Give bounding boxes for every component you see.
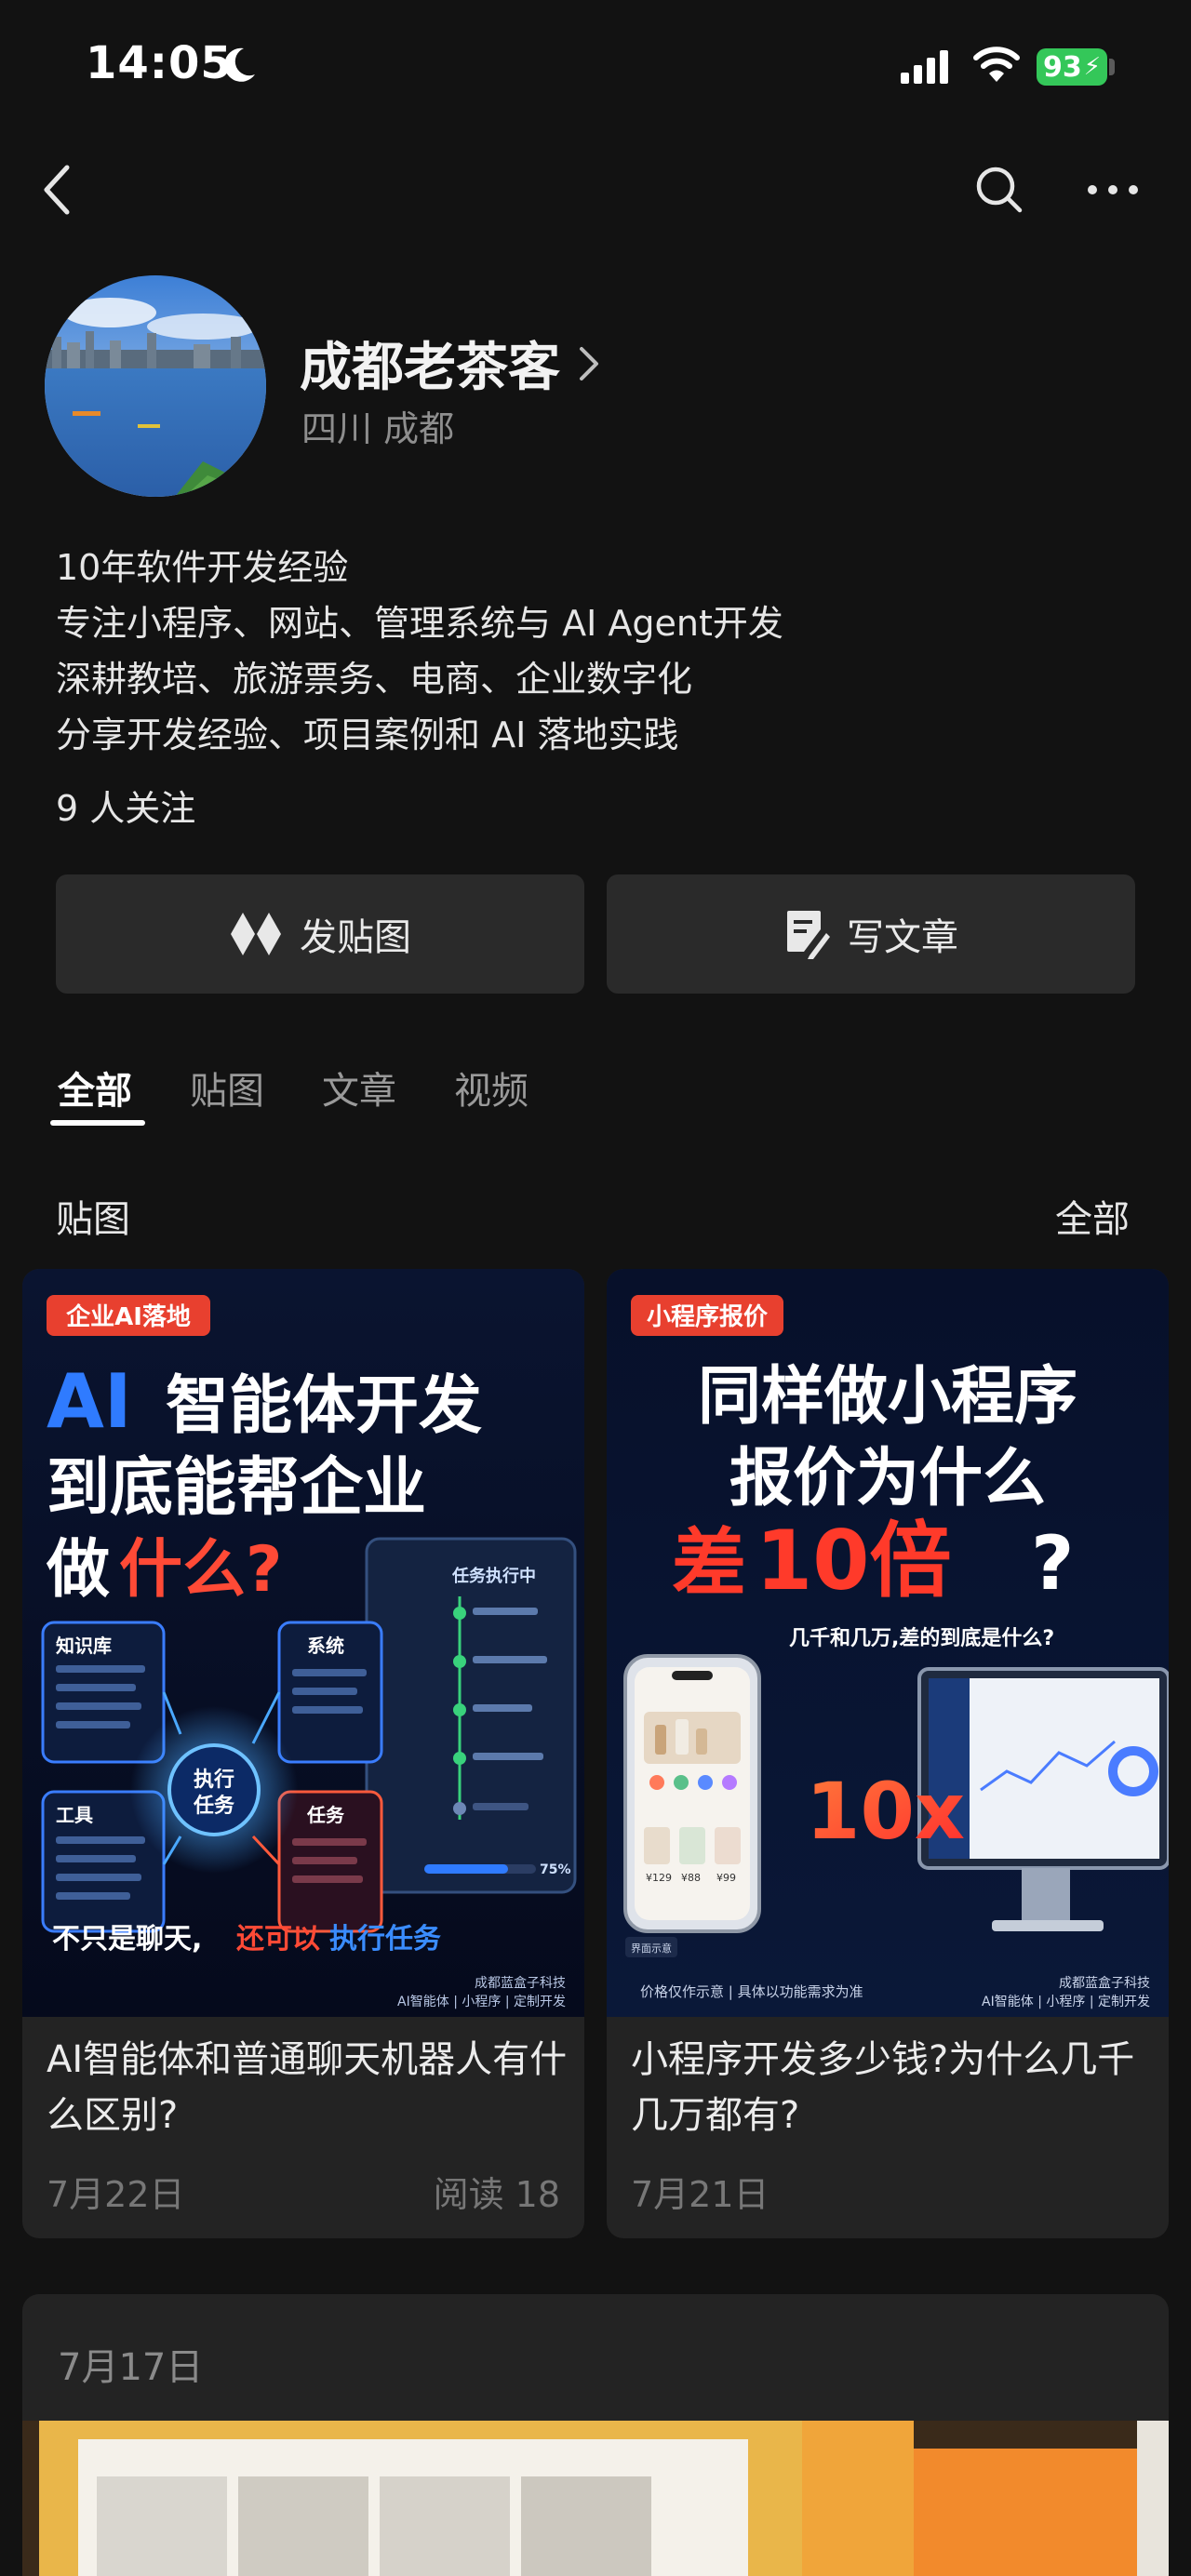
cover-line2: 到底能帮企业 <box>47 1451 426 1525</box>
image-post-icon <box>231 913 281 955</box>
cover-brand-sub: AI智能体 | 小程序 | 定制开发 <box>397 1995 566 2009</box>
phone-price: ¥88 <box>681 1872 701 1884</box>
article-card[interactable]: 7月17日 <box>22 2294 1169 2576</box>
battery-indicator: 93 ⚡ <box>1037 48 1107 86</box>
more-icon[interactable] <box>1085 179 1141 201</box>
tab-all[interactable]: 全部 <box>58 1061 132 1114</box>
phone-price: ¥129 <box>646 1872 672 1884</box>
cover-sub: 几千和几万,差的到底是什么? <box>789 1626 1054 1650</box>
post-cover-image: 小程序报价 同样做小程序 报价为什么 差 10倍 ? 几千和几万,差的到底是什么… <box>607 1269 1169 2017</box>
cover-disclaimer: 价格仅作示意 | 具体以功能需求为准 <box>640 1983 863 2000</box>
box-tools: 工具 <box>56 1804 93 1826</box>
tagline-c: 执行任务 <box>329 1923 441 1955</box>
post-date: 7月21日 <box>631 2174 769 2215</box>
cover-big-10x: 10x <box>806 1766 965 1857</box>
bio-line: 分享开发经验、项目案例和 AI 落地实践 <box>56 714 679 755</box>
post-cover-image: 企业AI落地 AI 智能体开发 到底能帮企业 做 什么? 任务执行中 75% 知… <box>22 1269 584 2017</box>
box-knowledge: 知识库 <box>56 1635 112 1657</box>
tab-videos[interactable]: 视频 <box>454 1061 529 1114</box>
article-cover-image <box>22 2421 1169 2576</box>
write-article-button[interactable]: 写文章 <box>607 874 1135 994</box>
avatar-image <box>45 275 266 497</box>
cover-line3b: 10倍 <box>756 1513 951 1608</box>
cover-tag: 企业AI落地 <box>66 1302 191 1331</box>
profile-bio: 10年软件开发经验 专注小程序、网站、管理系统与 AI Agent开发 深耕教培… <box>56 540 783 763</box>
moon-icon <box>224 47 255 82</box>
cover-brand: 成都蓝盒子科技 <box>475 1975 566 1991</box>
post-card[interactable]: 小程序报价 同样做小程序 报价为什么 差 10倍 ? 几千和几万,差的到底是什么… <box>607 1269 1169 2238</box>
content-tabs: 全部 贴图 文章 视频 <box>58 1061 586 1114</box>
cover-line1: 同样做小程序 <box>698 1360 1077 1434</box>
followers-count[interactable]: 9 人关注 <box>56 780 195 831</box>
box-system: 系统 <box>307 1635 344 1657</box>
charging-icon: ⚡ <box>1083 53 1101 81</box>
article-date: 7月17日 <box>58 2346 204 2389</box>
panel-title: 任务执行中 <box>451 1566 536 1586</box>
panel-progress: 75% <box>540 1862 571 1877</box>
phone-price: ¥99 <box>716 1872 736 1884</box>
battery-tip <box>1109 59 1115 75</box>
cover-line1b: 智能体开发 <box>166 1369 482 1443</box>
cover-tag: 小程序报价 <box>647 1302 769 1331</box>
avatar[interactable] <box>45 275 266 497</box>
signal-icon <box>901 50 948 84</box>
cover-line3c: ? <box>1031 1520 1074 1607</box>
post-read-count: 阅读 18 <box>433 2174 560 2215</box>
cover-line3b: 什么? <box>119 1533 282 1607</box>
cover-brand-sub: AI智能体 | 小程序 | 定制开发 <box>982 1995 1150 2009</box>
bio-line: 专注小程序、网站、管理系统与 AI Agent开发 <box>56 603 783 644</box>
profile-location: 四川 成都 <box>301 408 455 449</box>
search-icon[interactable] <box>973 164 1025 216</box>
status-time: 14:05 <box>86 37 233 89</box>
wifi-icon <box>973 47 1020 82</box>
post-date: 7月22日 <box>47 2174 185 2215</box>
post-card[interactable]: 企业AI落地 AI 智能体开发 到底能帮企业 做 什么? 任务执行中 75% 知… <box>22 1269 584 2238</box>
profile-name-link[interactable]: 成都老茶客 <box>300 326 601 401</box>
box-task: 任务 <box>306 1804 345 1826</box>
tab-images[interactable]: 贴图 <box>190 1061 264 1114</box>
cover-line2: 报价为什么 <box>729 1442 1046 1515</box>
cover-line1a: AI <box>47 1358 132 1445</box>
bio-line: 深耕教培、旅游票务、电商、企业数字化 <box>56 659 693 700</box>
battery-level: 93 <box>1042 50 1082 84</box>
profile-name: 成都老茶客 <box>300 338 560 398</box>
cover-line3a: 差 <box>672 1520 746 1607</box>
bio-line: 10年软件开发经验 <box>56 547 349 588</box>
cover-note: 界面示意 <box>631 1942 672 1955</box>
post-title: 小程序开发多少钱?为什么几千几万都有? <box>631 2038 1135 2137</box>
post-image-label: 发贴图 <box>300 916 411 959</box>
section-title: 贴图 <box>56 1198 130 1241</box>
tagline-a: 不只是聊天, <box>52 1923 202 1955</box>
cover-brand: 成都蓝盒子科技 <box>1059 1975 1150 1991</box>
back-icon[interactable] <box>35 160 87 220</box>
center-label-2: 任务 <box>193 1794 235 1818</box>
profile-page: 14:05 93 ⚡ 成都老茶客 四川 成都 10年软件开发经验 专注小程序、网… <box>0 0 1191 2576</box>
tab-articles[interactable]: 文章 <box>322 1061 396 1114</box>
chevron-right-icon <box>580 346 598 380</box>
tagline-b: 还可以 <box>236 1923 320 1955</box>
post-image-button[interactable]: 发贴图 <box>56 874 584 994</box>
center-label: 执行 <box>194 1768 234 1792</box>
active-tab-indicator <box>50 1120 145 1126</box>
write-article-label: 写文章 <box>847 916 958 959</box>
cover-line3a: 做 <box>46 1533 110 1607</box>
post-title: AI智能体和普通聊天机器人有什么区别? <box>47 2038 568 2137</box>
article-icon <box>787 911 830 959</box>
section-all-link[interactable]: 全部 <box>1055 1189 1130 1243</box>
